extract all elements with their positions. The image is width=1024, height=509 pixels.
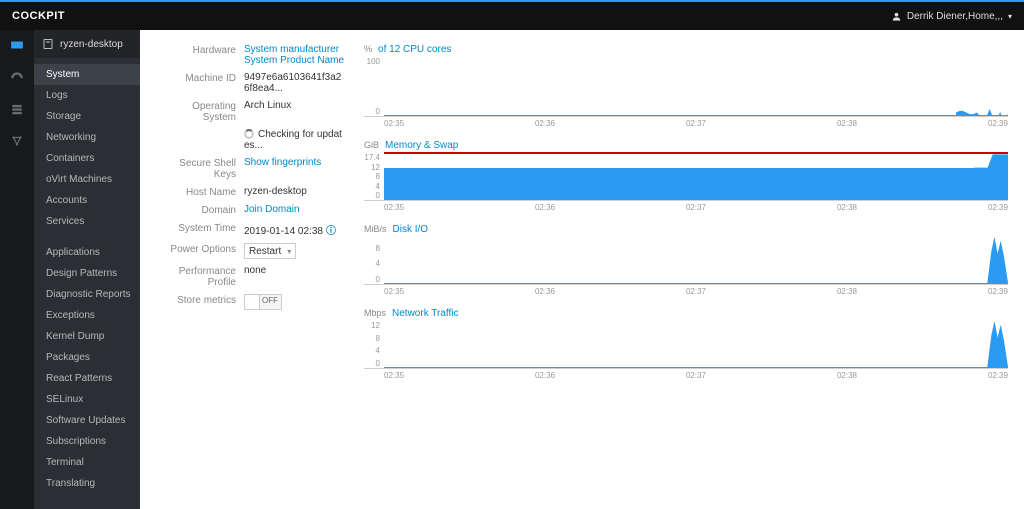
- host-label: ryzen-desktop: [60, 39, 123, 50]
- dashboard-icon[interactable]: [8, 38, 26, 52]
- user-name: Derrik Diener,Home,,,: [907, 11, 1003, 22]
- lbl-os: Operating System: [156, 100, 244, 123]
- chart-xaxis: 02:3502:3602:3702:3802:39: [384, 369, 1008, 380]
- sidebar-item-system[interactable]: System: [34, 64, 140, 85]
- network-icon[interactable]: [8, 134, 26, 148]
- chart-unit: Mbps: [364, 308, 386, 318]
- chart-network-traffic: Mbps Network Traffic 1284002:3502:3602:370…: [364, 308, 1008, 380]
- chart-plot: 12840: [364, 321, 1008, 369]
- sidebar-item-ovirt-machines[interactable]: oVirt Machines: [34, 169, 140, 190]
- val-machineid: 9497e6a6103641f3a26f8ea4...: [244, 72, 346, 94]
- chart-plot: 840: [364, 237, 1008, 285]
- gauge-icon[interactable]: [8, 70, 26, 84]
- host-row[interactable]: ryzen-desktop: [34, 30, 140, 58]
- chart-memory-swap: GiB Memory & Swap 17.41284002:3502:3602:37…: [364, 140, 1008, 212]
- val-hardware[interactable]: System manufacturer System Product Name: [244, 44, 346, 66]
- val-perf: none: [244, 265, 346, 276]
- chart-disk-i-o: MiB/s Disk I/O 84002:3502:3602:3702:3802:3…: [364, 224, 1008, 296]
- sidebar-item-storage[interactable]: Storage: [34, 106, 140, 127]
- lbl-ssh: Secure Shell Keys: [156, 157, 244, 180]
- chart-title[interactable]: Disk I/O: [393, 224, 429, 235]
- sidebar-item-kernel-dump[interactable]: Kernel Dump: [34, 326, 140, 347]
- sidebar-item-applications[interactable]: Applications: [34, 242, 140, 263]
- sidebar-item-exceptions[interactable]: Exceptions: [34, 305, 140, 326]
- chart-title[interactable]: Network Traffic: [392, 308, 459, 319]
- lbl-power: Power Options: [156, 243, 244, 255]
- server-icon: [42, 37, 54, 51]
- lbl-hardware: Hardware: [156, 44, 244, 56]
- chart-title[interactable]: of 12 CPU cores: [378, 44, 451, 55]
- val-ssh[interactable]: Show fingerprints: [244, 157, 346, 168]
- chart-xaxis: 02:3502:3602:3702:3802:39: [384, 201, 1008, 212]
- chart-of-12-cpu-cores: % of 12 CPU cores 100002:3502:3602:3702:38…: [364, 44, 1008, 128]
- sidebar-item-accounts[interactable]: Accounts: [34, 190, 140, 211]
- spinner-icon: [244, 129, 254, 139]
- system-info: HardwareSystem manufacturer System Produ…: [156, 44, 346, 509]
- sidebar-item-terminal[interactable]: Terminal: [34, 452, 140, 473]
- val-updates: Checking for updates...: [244, 129, 346, 151]
- lbl-perf: Performance Profile: [156, 265, 244, 288]
- user-menu[interactable]: Derrik Diener,Home,,, ▾: [891, 11, 1012, 22]
- sidebar-item-networking[interactable]: Networking: [34, 127, 140, 148]
- sidebar-item-subscriptions[interactable]: Subscriptions: [34, 431, 140, 452]
- val-domain[interactable]: Join Domain: [244, 204, 346, 215]
- sidebar-item-translating[interactable]: Translating: [34, 473, 140, 494]
- lbl-systime: System Time: [156, 222, 244, 234]
- chevron-down-icon: ▾: [287, 247, 291, 256]
- iconbar: [0, 30, 34, 509]
- sidebar-item-software-updates[interactable]: Software Updates: [34, 410, 140, 431]
- sidebar-item-services[interactable]: Services: [34, 211, 140, 232]
- brand: COCKPIT: [12, 10, 65, 22]
- sidebar-item-selinux[interactable]: SELinux: [34, 389, 140, 410]
- val-os: Arch Linux: [244, 100, 346, 111]
- chart-title[interactable]: Memory & Swap: [385, 140, 458, 151]
- lbl-hostname: Host Name: [156, 186, 244, 198]
- chart-unit: MiB/s: [364, 224, 387, 234]
- sidebar-item-diagnostic-reports[interactable]: Diagnostic Reports: [34, 284, 140, 305]
- chart-xaxis: 02:3502:3602:3702:3802:39: [384, 117, 1008, 128]
- storage-icon[interactable]: [8, 102, 26, 116]
- power-select[interactable]: Restart▾: [244, 243, 296, 259]
- val-systime: 2019-01-14 02:38ⓘ: [244, 222, 346, 237]
- sidebar-item-containers[interactable]: Containers: [34, 148, 140, 169]
- lbl-metrics: Store metrics: [156, 294, 244, 306]
- metrics-toggle[interactable]: [244, 294, 282, 310]
- sidebar-item-packages[interactable]: Packages: [34, 347, 140, 368]
- lbl-machineid: Machine ID: [156, 72, 244, 84]
- sidebar-item-react-patterns[interactable]: React Patterns: [34, 368, 140, 389]
- sidebar-item-logs[interactable]: Logs: [34, 85, 140, 106]
- lbl-domain: Domain: [156, 204, 244, 216]
- chart-plot: 17.412840: [364, 153, 1008, 201]
- chevron-down-icon: ▾: [1008, 12, 1012, 21]
- sidebar-item-design-patterns[interactable]: Design Patterns: [34, 263, 140, 284]
- val-hostname: ryzen-desktop: [244, 186, 346, 197]
- chart-plot: 1000: [364, 57, 1008, 117]
- chart-unit: GiB: [364, 140, 379, 150]
- user-icon: [891, 11, 902, 22]
- chart-xaxis: 02:3502:3602:3702:3802:39: [384, 285, 1008, 296]
- chart-unit: %: [364, 44, 372, 54]
- info-icon[interactable]: ⓘ: [326, 226, 336, 237]
